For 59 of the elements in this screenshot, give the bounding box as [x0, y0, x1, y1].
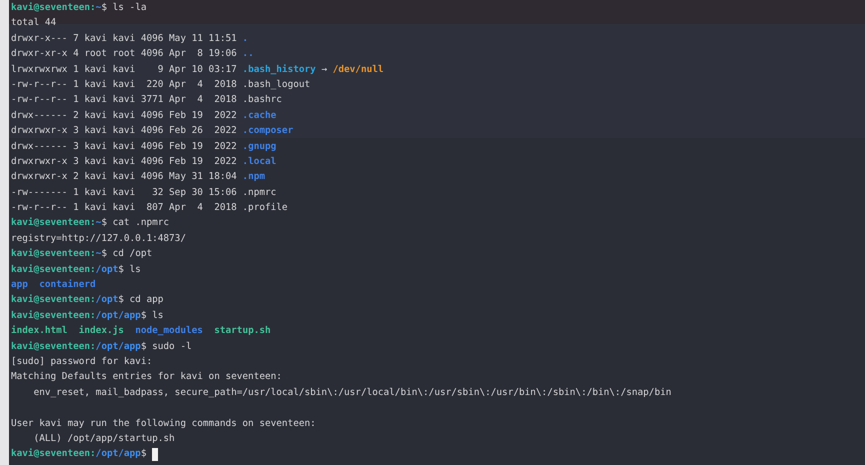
terminal-text: lrwxrwxrwx 1 kavi kavi 9 Apr 10 03:17: [11, 62, 238, 77]
terminal-text: drwx------ 3 kavi kavi 4096 Feb 19 2022: [11, 140, 238, 154]
directory-name: .local: [242, 154, 276, 169]
directory-name: .gnupg: [242, 140, 276, 154]
executable-name: startup.sh: [213, 324, 271, 338]
terminal-text: drwxrwxr-x 2 kavi kavi 4096 May 31 18:04: [11, 170, 238, 184]
prompt-path: ~: [96, 216, 102, 230]
prompt-user-host: kavi@seventeen:: [11, 308, 96, 323]
prompt-user-host: kavi@seventeen:: [11, 340, 96, 354]
executable-name: index.html: [11, 324, 68, 338]
terminal-text: $ cd app: [118, 293, 164, 308]
prompt-path: /opt/app: [96, 340, 141, 354]
directory-name: .npm: [242, 170, 265, 184]
prompt-user-host: kavi@seventeen:: [11, 247, 96, 262]
prompt-user-host: kavi@seventeen:: [11, 293, 96, 308]
terminal-text: drwxrwxr-x 3 kavi kavi 4096 Feb 19 2022: [11, 154, 238, 169]
terminal-text: -rw------- 1 kavi kavi 32 Sep 30 15:06 .npmrc: [11, 186, 276, 200]
prompt-path: /opt/app: [96, 308, 141, 323]
prompt-user-host: kavi@seventeen:: [11, 262, 96, 277]
prompt-path: /opt: [96, 293, 118, 308]
terminal-text: User kavi may run the following commands on seventeen:: [11, 416, 316, 431]
terminal-text: →: [320, 62, 328, 77]
terminal-text: $ cat .npmrc: [101, 216, 170, 230]
prompt-user-host: kavi@seventeen:: [11, 216, 96, 230]
prompt-path: ~: [96, 1, 102, 15]
directory-name: .cache: [242, 108, 276, 123]
terminal-text: $ ls: [140, 308, 164, 323]
terminal-text: $ cd /opt: [101, 247, 152, 262]
directory-name: .composer: [242, 124, 294, 138]
symlink-name: .bash_history: [242, 62, 316, 77]
prompt-path: /opt/app: [96, 447, 141, 462]
directory-name: app: [11, 278, 28, 292]
terminal-text: $: [140, 447, 148, 462]
prompt-path: /opt: [96, 262, 118, 277]
terminal-text: $ ls -la: [101, 1, 146, 15]
symlink-target: /dev/null: [332, 62, 384, 77]
executable-name: index.js: [78, 324, 124, 338]
prompt-user-host: kavi@seventeen:: [11, 447, 96, 462]
terminal-text: -rw-r--r-- 1 kavi kavi 807 Apr 4 2018 .profile: [11, 201, 288, 216]
terminal-text: drwxrwxr-x 3 kavi kavi 4096 Feb 26 2022: [11, 124, 238, 138]
terminal-text: total 44: [11, 16, 56, 30]
directory-name: .: [242, 32, 248, 46]
terminal-text: -rw-r--r-- 1 kavi kavi 3771 Apr 4 2018 .bashrc: [11, 93, 282, 108]
terminal-text: [sudo] password for kavi:: [11, 354, 152, 369]
terminal-text: Matching Defaults entries for kavi on seventeen:: [11, 370, 282, 384]
terminal-text: $ ls: [118, 262, 141, 277]
terminal-text: drwx------ 2 kavi kavi 4096 Feb 19 2022: [11, 108, 238, 123]
terminal-text: env_reset, mail_badpass, secure_path=/usr/local/sbin\:/usr/local/bin\:/usr/sbin\:/usr/bin\:/sbin\:/bin\:/snap/bin: [32, 386, 672, 400]
terminal-text: -rw-r--r-- 1 kavi kavi 220 Apr 4 2018 .bash_logout: [11, 78, 310, 92]
terminal-text: (ALL) /opt/app/startup.sh: [32, 432, 175, 446]
terminal-text: registry=http://127.0.0.1:4873/: [11, 232, 186, 246]
terminal-text: drwxr-x--- 7 kavi kavi 4096 May 11 11:51: [11, 32, 238, 46]
directory-name: ..: [242, 47, 254, 62]
terminal-text: drwxr-xr-x 4 root root 4096 Apr 8 19:06: [11, 47, 238, 62]
terminal-text: $ sudo -l: [140, 340, 192, 354]
directory-name: node_modules: [134, 324, 203, 338]
prompt-path: ~: [96, 247, 102, 262]
directory-name: containerd: [38, 278, 96, 292]
prompt-user-host: kavi@seventeen:: [11, 1, 96, 15]
